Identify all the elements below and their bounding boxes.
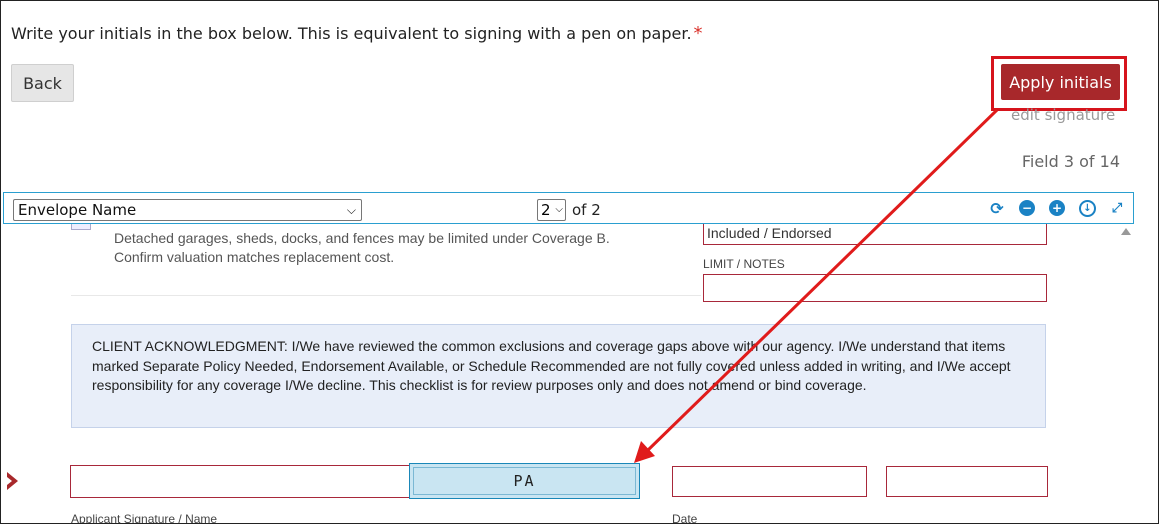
initials-field[interactable]: PA — [409, 463, 640, 499]
document-viewer[interactable]: Detached garages, sheds, docks, and fenc… — [1, 224, 1117, 524]
apply-initials-button[interactable]: Apply initials — [1001, 64, 1120, 100]
limit-notes-field[interactable] — [703, 274, 1047, 302]
chevron-down-icon: ⌵ — [346, 203, 356, 217]
page-select[interactable]: 2 ⌵ — [537, 199, 566, 221]
field-counter: Field 3 of 14 — [1021, 152, 1120, 171]
scroll-up-icon[interactable] — [1121, 228, 1131, 235]
coverage-field-value: Included / Endorsed — [707, 225, 832, 241]
date-field-1[interactable] — [672, 466, 867, 497]
instruction-text: Write your initials in the box below. Th… — [11, 23, 703, 44]
zoom-in-icon[interactable]: + — [1049, 200, 1065, 216]
document-toolbar: Envelope Name ⌵ 2 ⌵ of 2 ⟳ − + ↓ ⤢ — [3, 192, 1134, 224]
coverage-checkbox[interactable] — [71, 224, 91, 230]
acknowledgment-box: CLIENT ACKNOWLEDGMENT: I/We have reviewe… — [71, 324, 1046, 428]
edit-signature-link[interactable]: edit signature — [1011, 106, 1115, 124]
applicant-signature-field[interactable] — [70, 465, 410, 498]
current-field-marker-icon — [7, 472, 18, 490]
date-label: Date — [672, 512, 698, 524]
required-asterisk: * — [693, 23, 703, 44]
signing-panel: Write your initials in the box below. Th… — [0, 0, 1159, 524]
page-total: of 2 — [572, 201, 601, 219]
coverage-note-line-1: Detached garages, sheds, docks, and fenc… — [114, 230, 610, 246]
back-button[interactable]: Back — [11, 64, 74, 102]
refresh-icon[interactable]: ⟳ — [989, 199, 1005, 218]
envelope-select-value: Envelope Name — [18, 201, 137, 219]
chevron-down-icon: ⌵ — [555, 204, 563, 215]
zoom-out-icon[interactable]: − — [1019, 200, 1035, 216]
coverage-note-line-2: Confirm valuation matches replacement co… — [114, 249, 395, 265]
limit-notes-label: LIMIT / NOTES — [703, 257, 785, 271]
coverage-field[interactable]: Included / Endorsed — [703, 224, 1047, 245]
instruction-label: Write your initials in the box below. Th… — [11, 24, 692, 43]
page-select-value: 2 — [541, 201, 551, 219]
applicant-signature-label: Applicant Signature / Name — [71, 512, 218, 524]
date-field-2[interactable] — [886, 466, 1048, 497]
acknowledgment-text: CLIENT ACKNOWLEDGMENT: I/We have reviewe… — [92, 338, 1011, 393]
expand-icon[interactable]: ⤢ — [1109, 200, 1125, 216]
initials-value: PA — [413, 467, 636, 495]
vertical-scrollbar[interactable] — [1117, 224, 1137, 523]
divider — [71, 295, 701, 296]
download-icon[interactable]: ↓ — [1079, 200, 1096, 217]
envelope-select[interactable]: Envelope Name ⌵ — [13, 199, 362, 221]
